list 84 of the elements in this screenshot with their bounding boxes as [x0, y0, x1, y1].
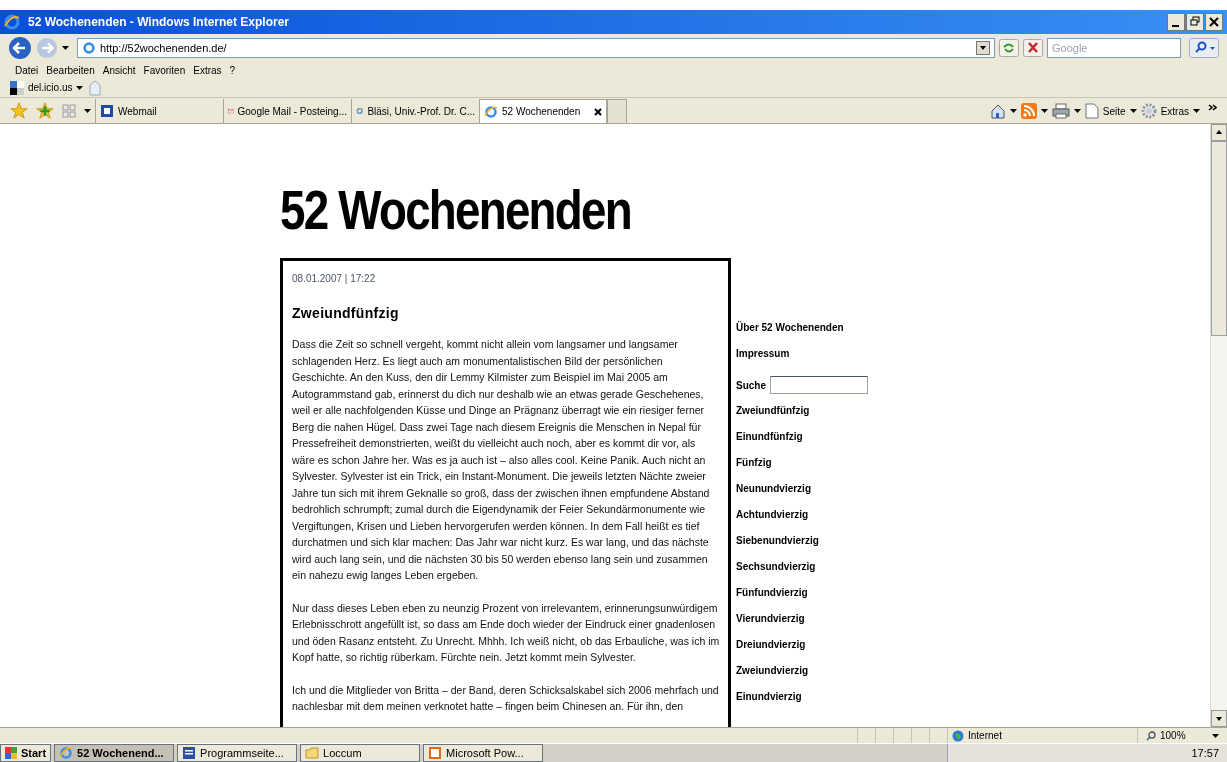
clock: 17:57 — [1191, 745, 1219, 761]
scroll-down-icon[interactable] — [1211, 710, 1227, 727]
post-link[interactable]: Sechsundvierzig — [736, 554, 868, 580]
delicious-logo-icon — [10, 80, 24, 95]
close-button[interactable] — [1205, 13, 1223, 31]
dropdown-icon[interactable] — [976, 41, 990, 55]
post-link[interactable]: Siebenundvierzig — [736, 528, 868, 554]
caret-icon[interactable] — [1073, 109, 1081, 113]
scroll-thumb[interactable] — [1211, 141, 1227, 336]
caret-icon[interactable] — [1129, 109, 1137, 113]
caret-icon[interactable] — [84, 109, 91, 113]
window-title: 52 Wochenenden - Windows Internet Explorer — [28, 14, 290, 31]
page-menu[interactable]: Seite — [1102, 103, 1126, 119]
browser-logo-icon — [4, 14, 20, 30]
taskbar-button[interactable]: 52 Wochenend... — [54, 744, 175, 762]
start-button[interactable]: Start — [0, 744, 52, 762]
post-title: Zweiundfünfzig — [292, 304, 400, 323]
refresh-icon[interactable] — [999, 39, 1019, 57]
folder-icon — [305, 746, 320, 760]
sidebar-link[interactable]: Impressum — [736, 346, 868, 372]
favorites-star-icon[interactable] — [10, 102, 28, 120]
presentation-icon — [428, 746, 443, 760]
search-field[interactable]: Google — [1047, 38, 1181, 58]
menu-item[interactable]: ? — [229, 62, 236, 78]
caret-icon[interactable] — [1193, 109, 1200, 113]
close-tab-icon[interactable] — [594, 107, 602, 116]
menu-item[interactable]: Extras — [193, 62, 222, 78]
taskbar-button[interactable]: Microsoft Pow... — [423, 744, 544, 762]
taskbar-button[interactable]: Programmseite... — [177, 744, 298, 762]
home-icon[interactable] — [989, 103, 1006, 119]
post-link[interactable]: Fünfundvierzig — [736, 580, 868, 606]
printer-icon[interactable] — [1051, 103, 1070, 119]
minimize-button[interactable] — [1167, 13, 1185, 31]
document-icon — [182, 746, 197, 760]
globe-icon — [952, 729, 964, 742]
chevron-icon[interactable] — [1208, 103, 1217, 111]
stop-icon[interactable] — [1023, 39, 1043, 57]
post-link[interactable]: Dreiundvierzig — [736, 632, 868, 658]
restore-button[interactable] — [1186, 13, 1204, 31]
zoom-icon — [1146, 730, 1156, 741]
gear-icon — [1140, 103, 1157, 119]
taskbar-button[interactable]: Loccum — [300, 744, 421, 762]
browser-logo-icon — [484, 104, 498, 119]
add-favorite-icon[interactable] — [36, 102, 54, 120]
search-label: Suche — [736, 378, 766, 393]
scrollbar[interactable] — [1210, 124, 1227, 727]
search-button[interactable] — [1189, 38, 1219, 58]
post-link[interactable]: Neunundvierzig — [736, 476, 868, 502]
mail-icon — [100, 104, 114, 118]
paragraph: Nur dass dieses Leben eben zu neunzig Prozent von irrelevantem, erinnerungsunwürdigem Erlebnisschrott angefüllt ist, so dass am Ende doch wieder der Eindruck einer gnadenlosen und öden Rasanz entsteht. Zu Unrecht. Mhhh. Ich weiß nicht, ob das Erbauliche, was ich im Kopf hatte, so richtig rüberkam. Fürchte nein. Jetzt kommt mein Sylvester. — [292, 600, 719, 665]
caret-icon[interactable] — [1212, 733, 1219, 738]
post-link[interactable]: Zweiundfünfzig — [736, 398, 868, 424]
post-link[interactable]: Achtundvierzig — [736, 502, 868, 528]
menu-item[interactable]: Favoriten — [143, 62, 186, 78]
menu-item[interactable]: Datei — [15, 62, 39, 78]
browser-logo-icon — [59, 746, 74, 760]
tools-menu[interactable]: Extras — [1160, 103, 1189, 119]
windows-logo-icon — [5, 747, 17, 759]
zoom-level[interactable]: 100% — [1160, 728, 1186, 743]
back-button-icon[interactable] — [8, 36, 32, 60]
address-field[interactable]: http://52wochenenden.de/ — [77, 38, 995, 58]
menu-item[interactable]: Bearbeiten — [46, 62, 95, 78]
scroll-up-icon[interactable] — [1211, 124, 1227, 141]
caret-icon[interactable] — [1009, 109, 1017, 113]
post-link[interactable]: Einundvierzig — [736, 684, 868, 710]
menu-item[interactable]: Ansicht — [102, 62, 136, 78]
post-link[interactable]: Einundfünfzig — [736, 424, 868, 450]
post-date: 08.01.2007 | 17:22 — [292, 272, 377, 286]
tab[interactable]: 52 Wochenenden — [479, 99, 607, 123]
paragraph: Ich und die Mitglieder von Britta – der Band, deren Schicksalskabel sich 2006 mehrfach und nachlesbar mit dem meinen verknotet hatte – fingen beim Chinesen an. Für ihn, den — [292, 682, 719, 714]
caret-icon[interactable] — [1040, 109, 1048, 113]
page-icon — [82, 41, 96, 55]
security-zone: Internet — [968, 729, 1002, 743]
caret-icon[interactable] — [76, 85, 84, 90]
sidebar-link[interactable]: Über 52 Wochenenden — [736, 320, 868, 346]
site-title: 52 Wochenenden — [280, 178, 632, 242]
post-link[interactable]: Vierundvierzig — [736, 606, 868, 632]
links-menu[interactable]: del.icio.us — [28, 80, 73, 95]
post-link[interactable]: Zweiundvierzig — [736, 658, 868, 684]
search-field[interactable] — [770, 376, 868, 394]
page-icon — [1084, 103, 1099, 119]
caret-icon[interactable] — [62, 46, 69, 50]
post-link[interactable]: Fünfzig — [736, 450, 868, 476]
paragraph: Dass die Zeit so schnell vergeht, kommt nicht allein vom langsamer und langsamer schlagenden Herz. Es liegt auch am monumentalistischen Bild der persönlichen Geschichte. An den Kuss, den dir Lemmy Kilmister zum Beispiel im Mai 2005 am Autogrammstand gab, erinnerst du dich nur deshalb wie an etwas gerade Geschehenes, weil er alle nachfolgenden Küsse und Dinge an Prägnanz überragt wie ein riesiger ferner Berg die nahen Hügel. Dass zwei Tage nach diesem Ereignis die Menschen in Nepal für Pressefreiheit demonstrierten, weißt du vielleicht auch noch, aber es kommt dir vor, als wäre es schon Jahre her. Was es ja auch ist – also alles cool. Keine Panik. Auch nicht an Sylvester. Sylvester ist ein Trick, ein Instant-Monument. Die jeweils letzten Nächte zweier Jahre tun sich mit ihrem Geknalle so groß, dass der zwischen ihnen empfundene Abstand bedrohlich schrumpft; zumal durch die Eigendynamik der Feier Sekundärmonumente wie Vergiftungen, Krisen und Lieben hervorgerufen werden können. In dem Fall heißt es tief durchatmen und sich klar machen: Das Jahr war nicht kurz. Es war lang, und das nächste wird auch lang sein, und die nächsten 30 bis 50 werden ebenso lang sein und zusammen ein nahezu ewig langes Leben ergeben. — [292, 337, 711, 583]
